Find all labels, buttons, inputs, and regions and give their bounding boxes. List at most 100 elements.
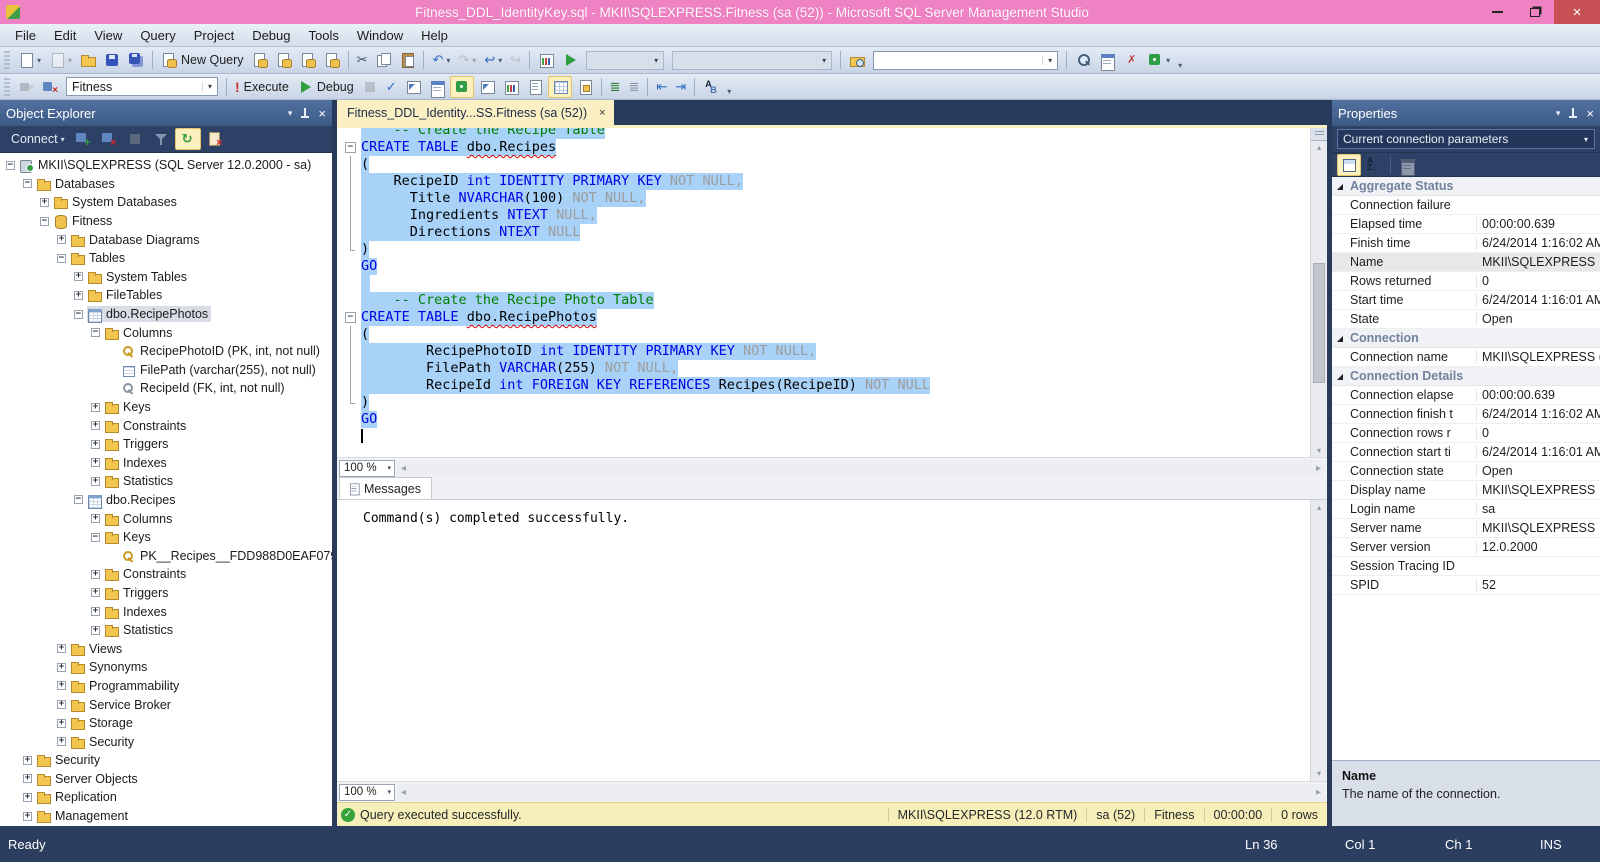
tree-item[interactable]: + Triggers xyxy=(0,435,332,454)
tree-item-body[interactable]: Views xyxy=(70,641,125,657)
tree-expander-icon[interactable]: + xyxy=(57,700,66,710)
sql-code-editor[interactable]: -- Create the Recipe Table − CREATE TABLE … xyxy=(337,128,1327,457)
tree-expander-icon[interactable]: + xyxy=(57,662,66,672)
toolbar-grip[interactable] xyxy=(4,51,10,69)
collapse-region-icon[interactable]: − xyxy=(345,142,356,153)
pin-icon[interactable] xyxy=(301,107,310,119)
editor-vertical-scrollbar[interactable]: ▴ ▾ xyxy=(1310,128,1327,457)
tree-item-body[interactable]: Keys xyxy=(104,529,154,545)
tree-expander-icon[interactable]: + xyxy=(91,421,100,431)
tree-expander-icon[interactable]: − xyxy=(6,160,15,170)
property-row[interactable]: Connection rows r 0 xyxy=(1332,424,1600,443)
tree-expander-icon[interactable]: + xyxy=(91,607,100,617)
navigate-forward-button[interactable]: ↪ xyxy=(507,51,524,69)
tree-expander-icon[interactable]: + xyxy=(57,235,66,245)
tree-item[interactable]: + Synonyms xyxy=(0,658,332,677)
menu-view[interactable]: View xyxy=(85,26,131,45)
tree-item-body[interactable]: Fitness xyxy=(53,213,115,230)
property-row[interactable]: Connection name MKII\SQLEXPRESS (sa) xyxy=(1332,348,1600,367)
tree-item-body[interactable]: Constraints xyxy=(104,418,189,434)
tree-item-body[interactable]: dbo.RecipePhotos xyxy=(87,306,212,324)
results-to-grid-button[interactable] xyxy=(547,75,572,98)
tree-item[interactable]: PK__Recipes__FDD988D0EAF079BD xyxy=(0,546,332,565)
tree-item-body[interactable]: System Databases xyxy=(53,194,180,210)
tree-item[interactable]: + Service Broker xyxy=(0,695,332,714)
tree-item-body[interactable]: Programmability xyxy=(70,678,182,694)
database-engine-query-button[interactable] xyxy=(249,50,271,70)
close-panel-icon[interactable]: × xyxy=(318,106,326,121)
tree-expander-icon[interactable]: + xyxy=(91,476,100,486)
tree-item-body[interactable]: Statistics xyxy=(104,473,176,489)
tree-item-body[interactable]: Indexes xyxy=(104,604,170,620)
connect-menu-button[interactable]: Connect ▾ xyxy=(7,130,69,148)
outline-margin[interactable]: − xyxy=(337,309,361,326)
outline-margin[interactable] xyxy=(337,360,361,377)
outline-margin[interactable] xyxy=(337,241,361,258)
tree-expander-icon[interactable]: + xyxy=(57,718,66,728)
categorized-button[interactable] xyxy=(1337,153,1361,176)
outline-margin[interactable] xyxy=(337,156,361,173)
menu-file[interactable]: File xyxy=(6,26,45,45)
tree-item-body[interactable]: PK__Recipes__FDD988D0EAF079BD xyxy=(121,548,332,564)
tree-item[interactable]: RecipeId (FK, int, not null) xyxy=(0,379,332,398)
tree-item-body[interactable]: Security xyxy=(36,752,103,768)
menu-project[interactable]: Project xyxy=(185,26,243,45)
tree-item[interactable]: − Columns xyxy=(0,323,332,342)
tree-item-body[interactable]: Service Broker xyxy=(70,697,174,713)
property-row[interactable]: Start time 6/24/2014 1:16:01 AM xyxy=(1332,291,1600,310)
tree-expander-icon[interactable]: + xyxy=(57,737,66,747)
window-position-icon[interactable]: ▾ xyxy=(288,108,293,119)
property-row[interactable]: SPID 52 xyxy=(1332,576,1600,595)
include-actual-plan-button[interactable] xyxy=(476,77,498,97)
tree-expander-icon[interactable]: + xyxy=(23,811,32,821)
tree-expander-icon[interactable]: + xyxy=(40,197,49,207)
tree-item-body[interactable]: dbo.Recipes xyxy=(87,492,179,509)
property-row[interactable]: Server version 12.0.2000 xyxy=(1332,538,1600,557)
results-to-text-button[interactable] xyxy=(524,77,546,97)
property-row[interactable]: Elapsed time 00:00:00.639 xyxy=(1332,215,1600,234)
connect-object-explorer-button[interactable] xyxy=(71,129,95,149)
tree-expander-icon[interactable]: + xyxy=(57,644,66,654)
web-browser-button[interactable]: ▾ xyxy=(1144,50,1173,70)
toolbar-grip[interactable] xyxy=(4,77,10,96)
save-all-button[interactable] xyxy=(125,50,147,70)
property-row[interactable]: Login name sa xyxy=(1332,500,1600,519)
category-collapse-icon[interactable]: ◢ xyxy=(1332,182,1348,191)
tree-item[interactable]: + System Tables xyxy=(0,268,332,287)
property-category[interactable]: ◢ Aggregate Status xyxy=(1332,177,1600,196)
property-row[interactable]: Finish time 6/24/2014 1:16:02 AM xyxy=(1332,234,1600,253)
tree-item-body[interactable]: Columns xyxy=(104,511,175,527)
tree-expander-icon[interactable]: + xyxy=(74,272,83,282)
tree-item-body[interactable]: Statistics xyxy=(104,622,176,638)
tree-item-body[interactable]: Storage xyxy=(70,715,136,731)
tree-item-body[interactable]: Constraints xyxy=(104,566,189,582)
tree-item[interactable]: + Database Diagrams xyxy=(0,230,332,249)
filter-button[interactable] xyxy=(149,129,173,149)
analysis-mdx-query-button[interactable] xyxy=(273,50,295,70)
tree-item[interactable]: + Security xyxy=(0,732,332,751)
copy-button[interactable] xyxy=(372,50,394,70)
tree-item[interactable]: + Security xyxy=(0,751,332,770)
collapse-region-icon[interactable]: − xyxy=(345,312,356,323)
tree-expander-icon[interactable]: − xyxy=(23,179,32,189)
menu-debug[interactable]: Debug xyxy=(243,26,299,45)
tab-messages[interactable]: Messages xyxy=(339,477,432,499)
tree-expander-icon[interactable]: − xyxy=(91,532,100,542)
property-row[interactable]: Connection start ti 6/24/2014 1:16:01 AM xyxy=(1332,443,1600,462)
tree-item-body[interactable]: Columns xyxy=(104,325,175,341)
find-in-files-button[interactable] xyxy=(846,50,868,70)
connect-button[interactable] xyxy=(15,77,37,97)
tree-item[interactable]: − Tables xyxy=(0,249,332,268)
tree-item-body[interactable]: System Tables xyxy=(87,269,190,285)
document-tab[interactable]: Fitness_DDL_Identity...SS.Fitness (sa (5… xyxy=(337,100,614,125)
stop-button[interactable] xyxy=(359,77,381,97)
property-category[interactable]: ◢ Connection xyxy=(1332,329,1600,348)
comment-out-button[interactable]: ≣ xyxy=(607,78,624,96)
refresh-button[interactable] xyxy=(174,128,201,150)
messages-horizontal-scrollbar[interactable]: ◂ ▸ xyxy=(397,783,1325,801)
property-row[interactable]: Connection state Open xyxy=(1332,462,1600,481)
tree-item[interactable]: − Keys xyxy=(0,528,332,547)
tree-item[interactable]: + Management xyxy=(0,807,332,826)
tree-item[interactable]: + Indexes xyxy=(0,602,332,621)
scroll-up-icon[interactable]: ▴ xyxy=(1311,143,1327,152)
